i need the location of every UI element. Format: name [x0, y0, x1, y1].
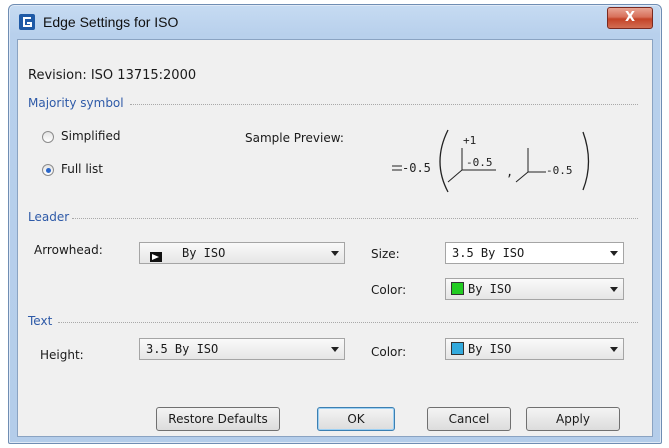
apply-button[interactable]: Apply: [526, 407, 620, 431]
preview-inner-value: -0.5: [466, 156, 493, 169]
preview-tail-value: -0.5: [546, 164, 573, 177]
arrowhead-value: By ISO: [182, 246, 226, 260]
leader-color-swatch: [451, 282, 464, 295]
height-value: 3.5 By ISO: [146, 342, 219, 356]
leader-color-combo[interactable]: By ISO: [445, 278, 624, 300]
simplified-label: Simplified: [61, 129, 121, 143]
arrowhead-label: Arrowhead:: [34, 243, 103, 257]
app-icon: [19, 14, 35, 30]
chevron-down-icon: [610, 287, 618, 292]
filled-arrow-icon: [150, 248, 162, 262]
text-group-divider: [58, 322, 638, 323]
text-color-combo[interactable]: By ISO: [445, 338, 624, 360]
chevron-down-icon: [331, 251, 339, 256]
restore-defaults-button[interactable]: Restore Defaults: [156, 407, 280, 431]
dialog-body: Revision: ISO 13715:2000 Majority symbol…: [17, 39, 653, 437]
chevron-down-icon: [331, 347, 339, 352]
preview-main-value: -0.5: [402, 161, 431, 175]
chevron-down-icon: [610, 347, 618, 352]
size-combo[interactable]: 3.5 By ISO: [445, 242, 624, 264]
leader-group-divider: [72, 218, 638, 219]
text-color-label: Color:: [371, 345, 407, 359]
size-value: 3.5 By ISO: [452, 246, 525, 260]
full-list-label: Full list: [61, 162, 103, 176]
majority-group-label: Majority symbol: [28, 96, 124, 110]
full-list-radio-option[interactable]: Full list: [42, 161, 162, 177]
close-icon: X: [624, 10, 636, 25]
size-label: Size:: [371, 247, 400, 261]
text-color-swatch: [451, 342, 464, 355]
revision-text: Revision: ISO 13715:2000: [28, 68, 197, 83]
sample-preview-label: Sample Preview:: [245, 131, 344, 145]
majority-group-divider: [130, 104, 638, 105]
leader-color-label: Color:: [371, 283, 407, 297]
text-group-label: Text: [28, 314, 53, 328]
leader-group-label: Leader: [28, 210, 70, 224]
close-button[interactable]: X: [607, 7, 653, 29]
full-list-radio[interactable]: [42, 164, 54, 176]
preview-plus-value: +1: [463, 134, 476, 147]
title-bar[interactable]: Edge Settings for ISO X: [9, 5, 661, 39]
sample-preview: -0.5 +1 -0.5 , -0.5: [378, 124, 598, 196]
window-title: Edge Settings for ISO: [43, 14, 179, 30]
ok-button[interactable]: OK: [317, 407, 395, 431]
leader-color-value: By ISO: [468, 282, 512, 296]
cancel-button[interactable]: Cancel: [427, 407, 511, 431]
height-combo[interactable]: 3.5 By ISO: [139, 338, 345, 360]
preview-separator: ,: [506, 165, 513, 179]
text-color-value: By ISO: [468, 342, 512, 356]
arrowhead-combo[interactable]: By ISO: [139, 242, 345, 264]
dialog-window: Edge Settings for ISO X Revision: ISO 13…: [8, 4, 662, 444]
chevron-down-icon: [610, 251, 618, 256]
simplified-radio-option[interactable]: Simplified: [42, 129, 162, 145]
sample-preview-symbol: -0.5 +1 -0.5 , -0.5: [392, 129, 590, 193]
simplified-radio[interactable]: [42, 131, 54, 143]
height-label: Height:: [40, 348, 84, 362]
